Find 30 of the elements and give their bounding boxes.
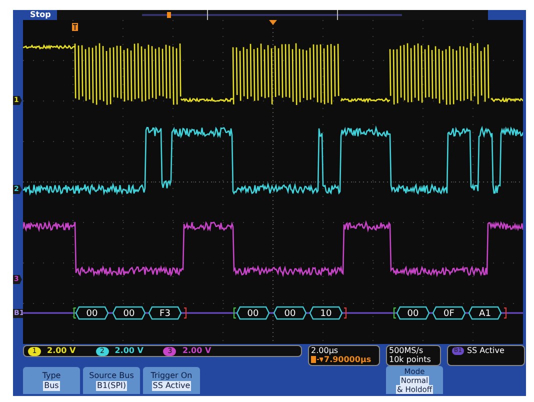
bus-value: 00 [236,306,270,320]
volts-per-division: 2.00 V [114,346,144,356]
trigger-marker-icon [72,23,78,31]
bus-value: 00 [396,306,430,320]
packet-end-icon [184,308,186,318]
packet-start-icon [74,308,76,318]
packet-start-icon [234,308,236,318]
bus-value: A1 [468,306,502,320]
packet-start-icon [394,308,396,318]
record-length: 10k points [389,355,432,364]
trigger-marker-icon [166,12,171,18]
volts-per-division: 2.00 V [47,346,76,356]
sample-rate: 500MS/s [389,346,424,355]
bus-value: 10 [309,306,343,320]
bus-value: 00 [75,306,109,320]
time-per-division: 2.00µs [311,346,340,355]
menu-button[interactable]: Source Bus B1(SPI) [83,367,140,394]
menu-button[interactable]: Type Bus [23,367,80,394]
bus-value: 00 [273,306,307,320]
bus-value: 0F [432,306,466,320]
bus-value: 00 [112,306,146,320]
menu-button[interactable]: Trigger On SS Active [143,367,200,394]
trigger-status: SS Active [466,346,504,356]
acquisition-status: Stop [30,10,51,20]
packet-end-icon [504,308,506,318]
trigger-delay-icon [311,356,323,363]
trigger-delay: 7.90000µs [324,355,372,364]
packet-end-icon [344,308,346,318]
volts-per-division: 2.00 V [182,346,212,356]
bus-value: F3 [148,306,182,320]
